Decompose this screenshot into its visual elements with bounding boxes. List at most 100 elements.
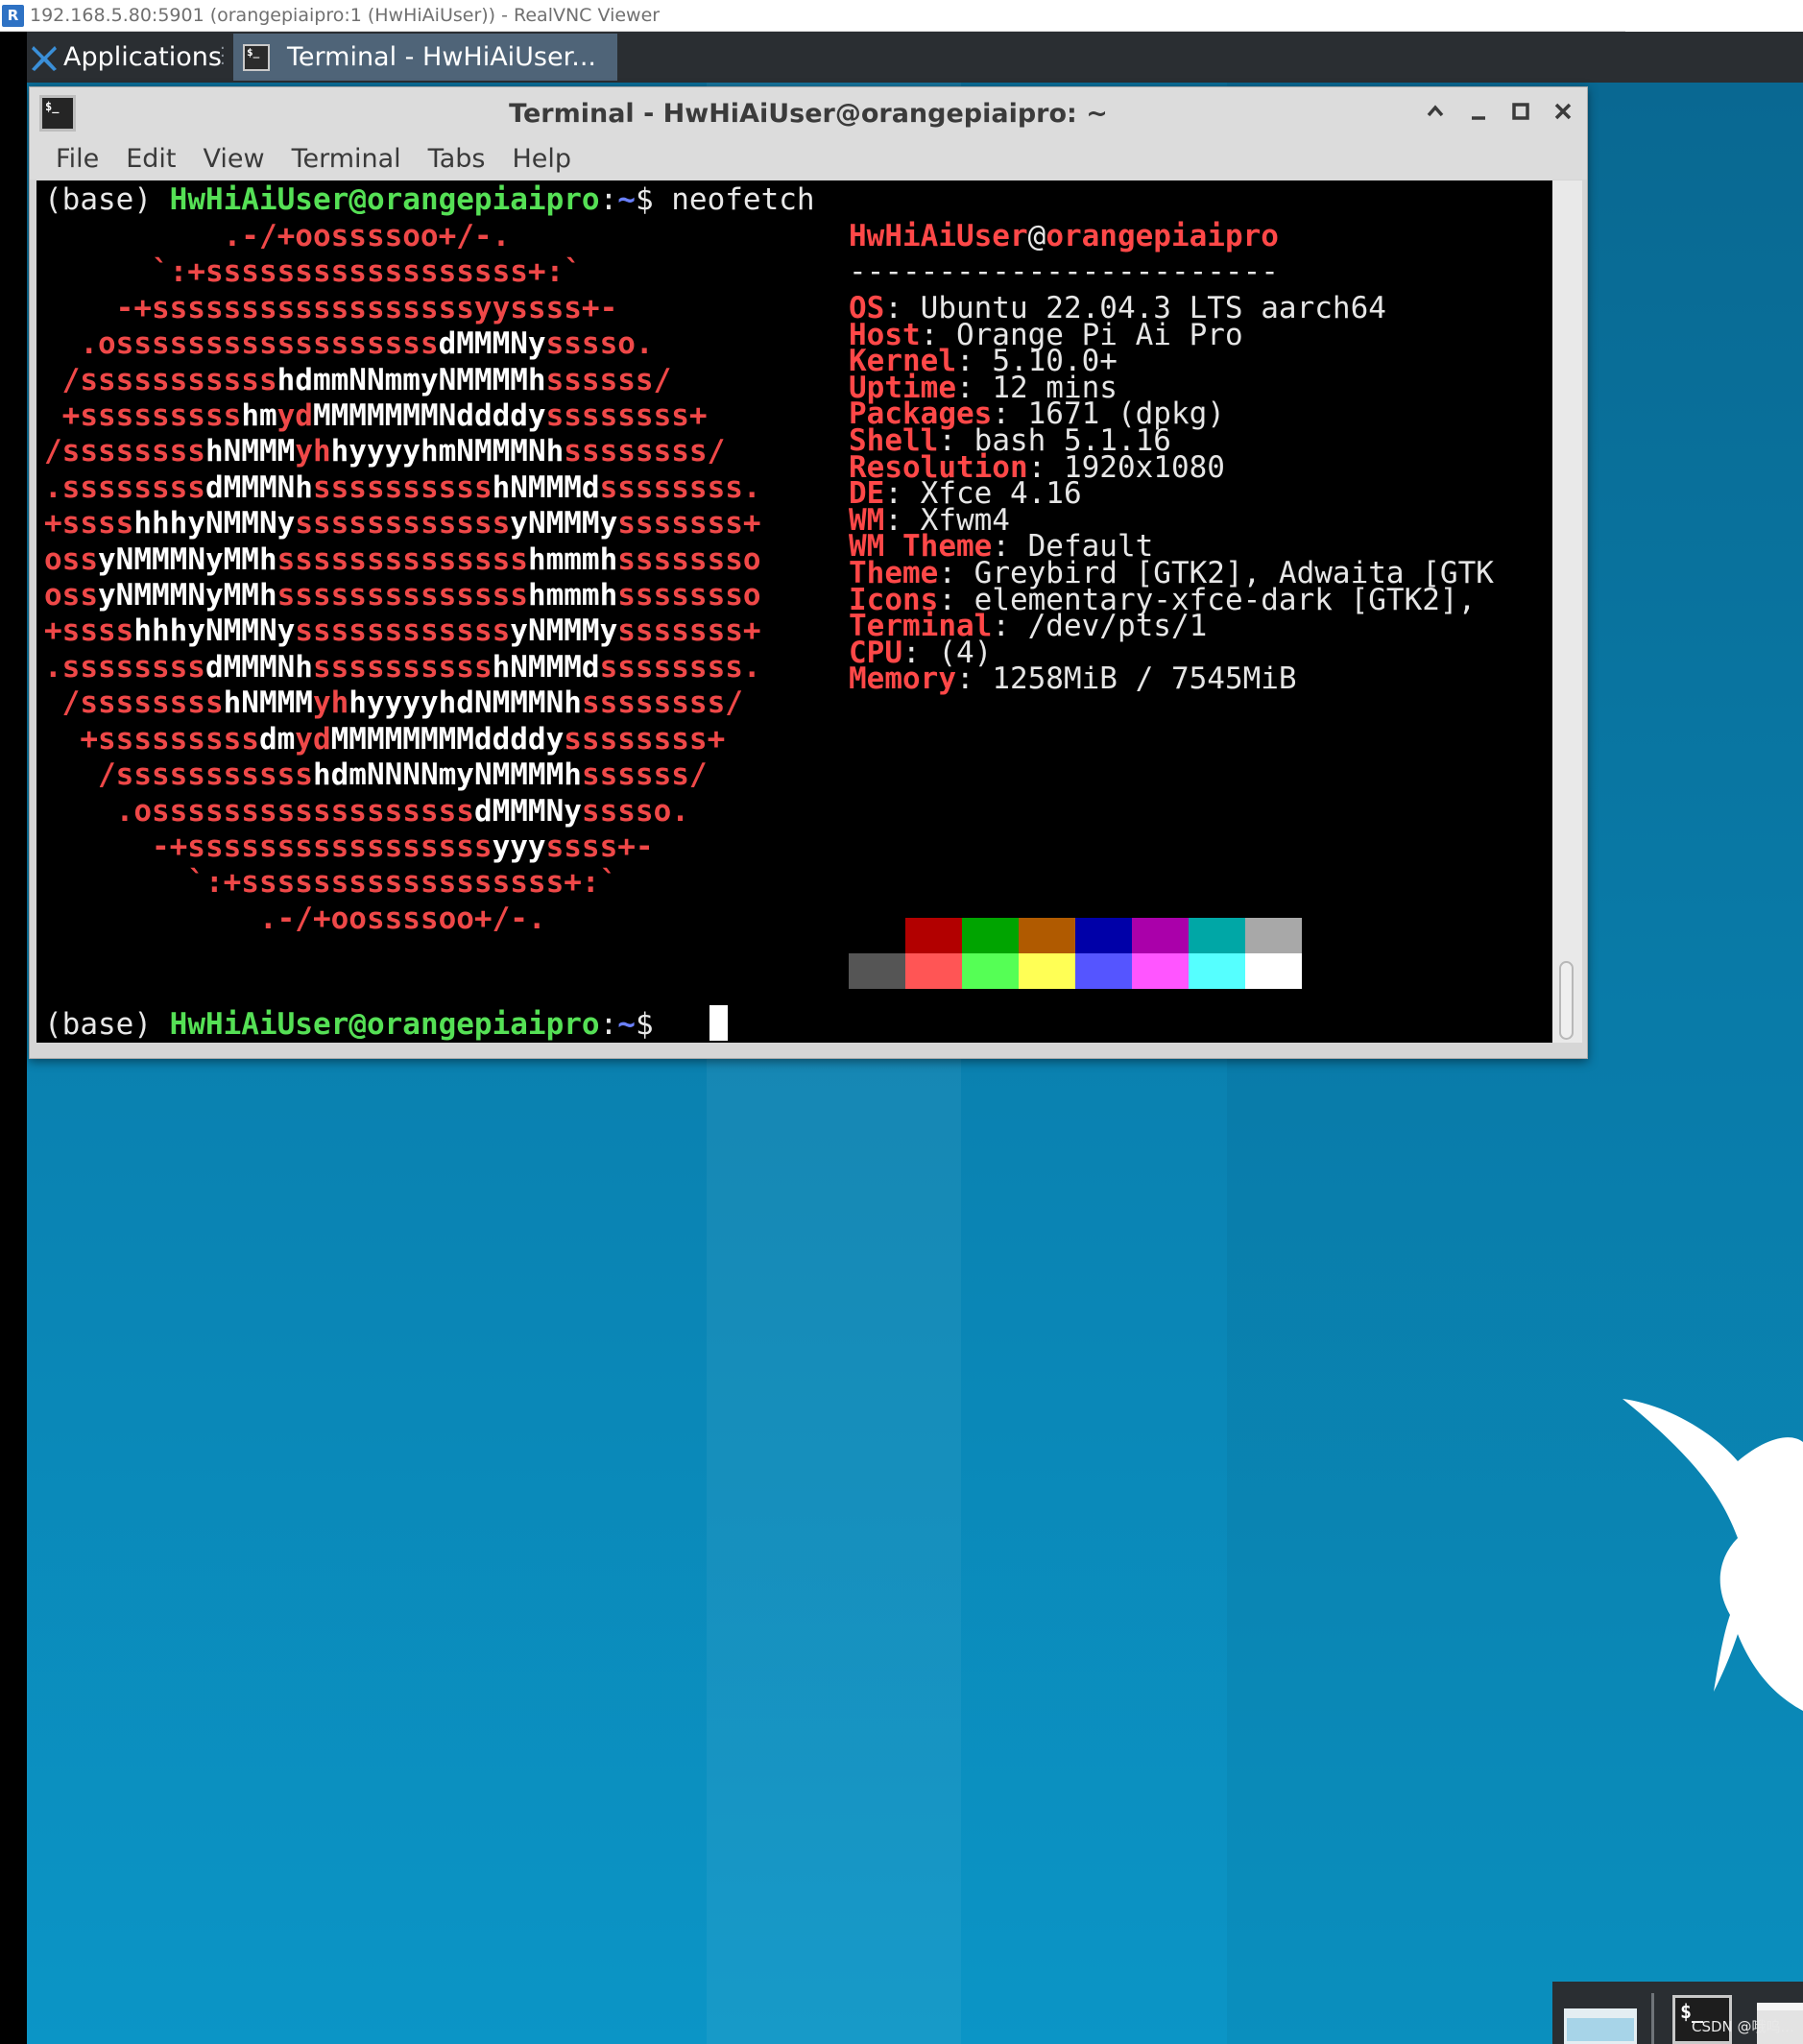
ascii-segment: hmmmh: [527, 541, 618, 577]
ascii-segment: /sssssssssss: [44, 362, 277, 397]
ascii-segment: oss: [44, 578, 98, 613]
color-swatch: [905, 953, 962, 989]
ascii-segment: yh: [295, 434, 331, 469]
ascii-segment: +sssssssss: [44, 721, 259, 757]
ascii-logo-row: /sssssssshNMMMyhhyyyyhmNMMMNhssssssss/: [44, 434, 761, 469]
ascii-logo-row: `:+ssssssssssssssssss+:`: [44, 865, 761, 901]
ascii-segment: hNMMMd: [492, 469, 600, 505]
ascii-segment: ssssssssss: [312, 469, 493, 505]
terminal-output[interactable]: (base) HwHiAiUser@orangepiaipro:~$ neofe…: [36, 180, 1552, 1043]
ascii-segment: ssssssssssss: [295, 613, 511, 649]
ascii-segment: .ossssssssssssssssss: [44, 326, 439, 362]
menu-terminal[interactable]: Terminal: [290, 144, 403, 174]
ascii-logo-row: /ssssssssssshdmNNNNmyNMMMMhssssss/: [44, 757, 761, 793]
ascii-logo-row: /ssssssssssshdmmNNmmyNMMMMhssssss/: [44, 363, 761, 398]
ascii-segment: /ssssssss: [44, 685, 224, 721]
color-palette: [849, 918, 1302, 989]
prompt-colon: :: [599, 182, 618, 217]
maximize-icon[interactable]: [1504, 95, 1537, 128]
ascii-segment: yd: [295, 721, 331, 757]
info-separator: :: [955, 661, 993, 697]
ascii-segment: dm: [258, 721, 296, 757]
prompt-dollar: $: [635, 1007, 672, 1042]
ascii-segment: hNMMM: [223, 685, 313, 721]
ascii-segment: hhhyNMMNy: [133, 506, 296, 541]
command-prompt-line: (base) HwHiAiUser@orangepiaipro:~$: [44, 1007, 671, 1043]
menu-help[interactable]: Help: [510, 144, 573, 174]
vnc-titlebar: R 192.168.5.80:5901 (orangepiaipro:1 (Hw…: [0, 0, 1803, 32]
ascii-logo-row: .ossssssssssssssssssdMMMNysssso.: [44, 794, 761, 830]
ascii-segment: /ssssssss: [44, 434, 205, 469]
prompt-user-host: HwHiAiUser@orangepiaipro: [169, 182, 600, 217]
ascii-segment: dMMMNh: [204, 469, 313, 505]
ascii-segment: sssssss+: [617, 506, 761, 541]
ascii-logo-row: .-/+oossssoo+/-.: [44, 219, 761, 254]
command-text: neofetch: [671, 182, 815, 217]
close-icon[interactable]: [1547, 95, 1579, 128]
roll-up-icon[interactable]: [1419, 95, 1452, 128]
ascii-logo-row: -+sssssssssssssssssyyyssss+-: [44, 830, 761, 865]
terminal-menubar: File Edit View Terminal Tabs Help: [30, 137, 1587, 180]
ubuntu-ascii-logo: .-/+oossssoo+/-. `:+ssssssssssssssssss+:…: [44, 219, 761, 937]
ascii-segment: MMMMMMMNddddy: [312, 398, 546, 434]
taskbar-terminal-label: Terminal - HwHiAiUser...: [287, 42, 596, 72]
color-swatch: [962, 953, 1019, 989]
ascii-segment: dMMMNh: [204, 649, 313, 685]
ascii-logo-row: .ssssssssdMMMNhsssssssssshNMMMdssssssss.: [44, 470, 761, 506]
ascii-segment: ssssssssssss: [295, 506, 511, 541]
ascii-segment: ssssssssss: [312, 649, 493, 685]
ascii-segment: ssssssss+: [545, 398, 708, 434]
xfce-mouse-icon: [32, 45, 57, 71]
terminal-titlebar[interactable]: $_ Terminal - HwHiAiUser@orangepiaipro: …: [30, 87, 1587, 137]
scrollbar-track[interactable]: [1552, 180, 1582, 1043]
menu-view[interactable]: View: [201, 144, 266, 174]
prompt-path: ~: [617, 182, 636, 217]
color-swatch: [1132, 953, 1189, 989]
ascii-segment: ssssssss.: [599, 649, 761, 685]
info-at: @: [1027, 219, 1046, 253]
applications-label: Applications: [63, 42, 222, 72]
prompt-colon: :: [599, 1007, 618, 1042]
ascii-logo-row: ossyNMMMNyMMhsssssssssssssshmmmhssssssso: [44, 578, 761, 613]
applications-menu-button[interactable]: Applications: [31, 36, 222, 78]
menu-tabs[interactable]: Tabs: [426, 144, 488, 174]
prompt-env: (base): [44, 1007, 170, 1042]
ascii-segment: ssssss/: [581, 757, 708, 793]
ascii-segment: +sssssssss: [44, 398, 242, 434]
info-key: Memory: [849, 661, 956, 697]
ascii-segment: MMMMMMMMddddy: [330, 721, 565, 757]
ascii-logo-row: ossyNMMMNyMMhsssssssssssssshmmmhssssssso: [44, 542, 761, 578]
ascii-segment: .ssssssss: [44, 469, 205, 505]
ascii-segment: yNMMMy: [510, 506, 618, 541]
ascii-segment: ssssss/: [545, 362, 672, 397]
color-swatch: [1189, 953, 1245, 989]
ascii-segment: dMMMNy: [438, 326, 546, 362]
color-swatch: [1019, 953, 1075, 989]
info-value: 1258MiB / 7545MiB: [992, 661, 1297, 697]
color-swatch: [1245, 953, 1302, 989]
info-header: HwHiAiUser@orangepiaipro: [849, 219, 1279, 254]
scrollbar-thumb[interactable]: [1559, 961, 1574, 1040]
show-desktop-icon[interactable]: [1564, 2008, 1637, 2044]
ascii-segment: yyy: [492, 829, 546, 864]
info-rule: ------------------------: [849, 254, 1279, 289]
info-user: HwHiAiUser: [849, 219, 1028, 253]
ascii-segment: sssso.: [545, 326, 654, 362]
ascii-segment: hdmmNNmmyNMMMMh: [276, 362, 546, 397]
ascii-segment: hNMMMd: [492, 649, 600, 685]
xfce-mouse-wallpaper-icon: [1623, 1399, 1803, 1711]
ascii-logo-row: -+ssssssssssssssssssyyssss+-: [44, 291, 761, 326]
ascii-segment: ssss+-: [545, 829, 654, 864]
ascii-segment: hm: [241, 398, 277, 434]
ascii-segment: sssssss+: [617, 613, 761, 649]
menu-edit[interactable]: Edit: [124, 144, 178, 174]
menu-file[interactable]: File: [54, 144, 101, 174]
ascii-segment: ssssssssssssss: [276, 541, 528, 577]
info-value: 1920x1080: [1063, 449, 1225, 485]
ascii-logo-row: .ossssssssssssssssssdMMMNysssso.: [44, 326, 761, 362]
color-swatch: [849, 953, 905, 989]
minimize-icon[interactable]: [1462, 95, 1495, 128]
ascii-segment: hyyyyhdNMMMNh: [349, 685, 582, 721]
taskbar-terminal-button[interactable]: $_ Terminal - HwHiAiUser...: [233, 34, 617, 81]
ascii-logo-row: .ssssssssdMMMNhsssssssssshNMMMdssssssss.: [44, 650, 761, 685]
